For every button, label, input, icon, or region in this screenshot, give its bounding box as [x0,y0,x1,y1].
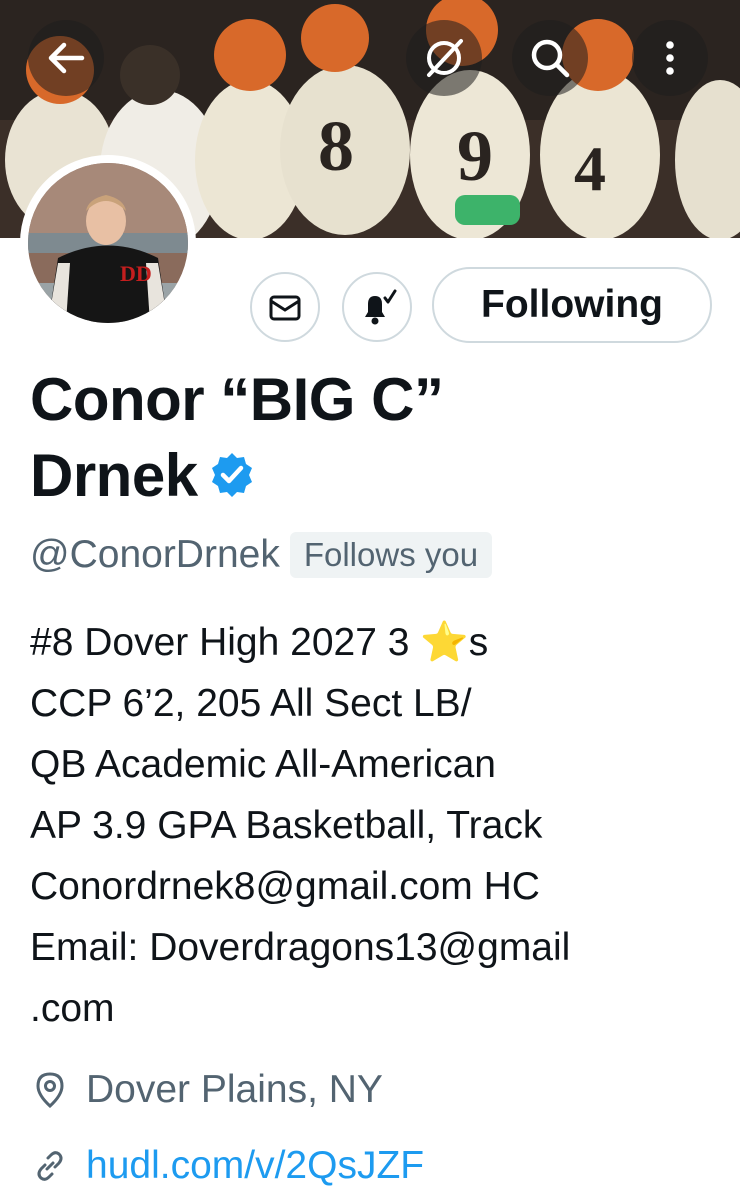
following-button[interactable]: Following [432,267,712,343]
link-row: hudl.com/v/2QsJZF [30,1144,424,1188]
avatar[interactable]: DD [20,155,196,331]
display-name-line2: Drnek [30,442,198,509]
bio: #8 Dover High 2027 3 ⭐s CCP 6’2, 205 All… [30,612,720,1039]
link-icon [30,1146,70,1186]
svg-text:9: 9 [457,116,493,196]
back-button[interactable] [28,20,104,96]
search-button[interactable] [512,20,588,96]
profile-link[interactable]: hudl.com/v/2QsJZF [86,1144,424,1188]
svg-text:8: 8 [318,106,354,186]
location-pin-icon [30,1070,70,1110]
avatar-image: DD [28,163,188,323]
search-icon [531,39,570,78]
message-button[interactable] [250,272,320,342]
more-vertical-icon [666,41,674,75]
location-text: Dover Plains, NY [86,1068,383,1111]
location-row: Dover Plains, NY [30,1068,383,1112]
svg-text:4: 4 [574,133,606,204]
slash-circle-icon [427,39,463,77]
display-name-line1: Conor “BIG C” [30,366,444,433]
display-name-line2-row: Drnek [30,438,720,520]
notify-button[interactable] [342,272,412,342]
arrow-left-icon [48,42,85,74]
follows-you-badge: Follows you [289,532,493,578]
bell-check-icon [365,289,397,325]
svg-text:DD: DD [120,261,152,286]
more-button[interactable] [632,20,708,96]
grok-button[interactable] [406,20,482,96]
handle-row: @ConorDrnek Follows you [30,532,493,578]
display-name: Conor “BIG C” Drnek [30,362,720,520]
handle: @ConorDrnek [30,533,280,576]
verified-badge-icon[interactable] [206,444,258,520]
bio-line1: #8 Dover High 2027 3 ⭐s [30,621,489,664]
bio-rest: CCP 6’2, 205 All Sect LB/ QB Academic Al… [30,682,571,1030]
envelope-icon [269,295,301,321]
